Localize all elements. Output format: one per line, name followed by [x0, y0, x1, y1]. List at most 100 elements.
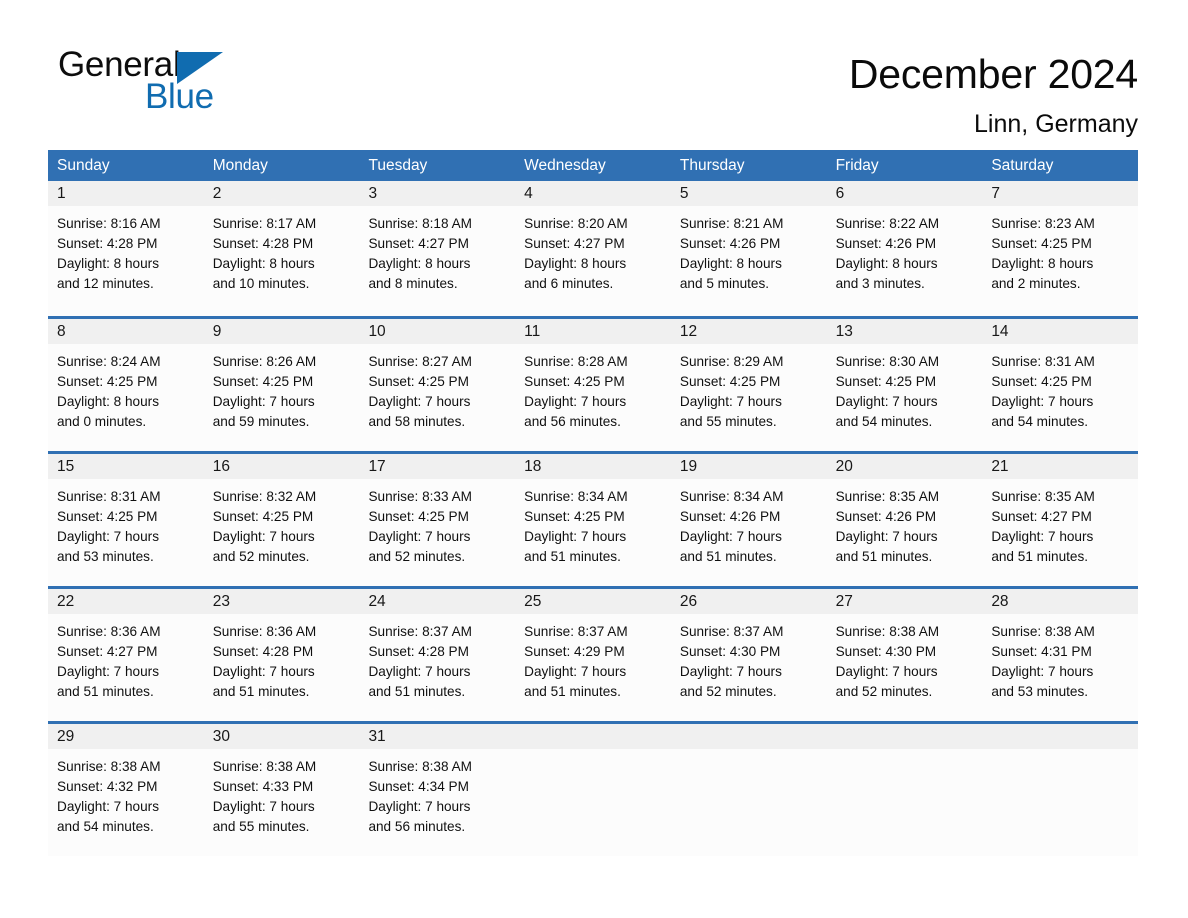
calendar-day-cell[interactable]: 17 Sunrise: 8:33 AM Sunset: 4:25 PM Dayligh… [359, 454, 516, 586]
calendar-day-cell[interactable]: 26 Sunrise: 8:37 AM Sunset: 4:30 PM Dayligh… [670, 589, 827, 721]
sunset-time: Sunset: 4:34 PM [368, 779, 469, 794]
day-number: 13 [826, 319, 983, 344]
calendar-day-cell[interactable]: 6 Sunrise: 8:22 AM Sunset: 4:26 PM Daylight… [826, 181, 983, 316]
calendar-day-cell[interactable]: 29 Sunrise: 8:38 AM Sunset: 4:32 PM Dayligh… [48, 724, 204, 856]
daylight-duration-line1: Daylight: 8 hours [524, 256, 627, 271]
daylight-duration-line2: and 0 minutes. [57, 414, 147, 429]
sunset-time: Sunset: 4:31 PM [991, 644, 1092, 659]
day-details: Sunrise: 8:22 AM Sunset: 4:26 PM Daylight:… [827, 206, 983, 294]
sunrise-time: Sunrise: 8:24 AM [57, 354, 161, 369]
calendar-day-cell[interactable]: 30 Sunrise: 8:38 AM Sunset: 4:33 PM Dayligh… [203, 724, 360, 856]
day-details: Sunrise: 8:31 AM Sunset: 4:25 PM Daylight:… [48, 479, 204, 567]
calendar-day-cell[interactable]: 16 Sunrise: 8:32 AM Sunset: 4:25 PM Dayligh… [203, 454, 360, 586]
daylight-duration-line2: and 54 minutes. [991, 414, 1089, 429]
sunset-time: Sunset: 4:25 PM [524, 374, 625, 389]
sunset-time: Sunset: 4:30 PM [835, 644, 937, 659]
sunset-time: Sunset: 4:27 PM [368, 236, 469, 251]
sunrise-time: Sunrise: 8:31 AM [57, 489, 161, 504]
sunrise-time: Sunrise: 8:36 AM [212, 624, 317, 639]
sunset-time: Sunset: 4:28 PM [212, 236, 314, 251]
calendar-day-cell[interactable]: 13 Sunrise: 8:30 AM Sunset: 4:25 PM Dayligh… [826, 319, 983, 451]
calendar-day-cell[interactable]: 1 Sunrise: 8:16 AM Sunset: 4:28 PM Daylight… [48, 181, 204, 316]
calendar-day-cell[interactable]: 18 Sunrise: 8:34 AM Sunset: 4:25 PM Dayligh… [515, 454, 671, 586]
day-details: Sunrise: 8:28 AM Sunset: 4:25 PM Daylight:… [515, 344, 671, 432]
day-number: 19 [670, 454, 827, 479]
sunrise-time: Sunrise: 8:35 AM [991, 489, 1095, 504]
sunset-time: Sunset: 4:26 PM [679, 509, 781, 524]
calendar-day-cell[interactable]: 24 Sunrise: 8:37 AM Sunset: 4:28 PM Dayligh… [359, 589, 516, 721]
sunset-time: Sunset: 4:25 PM [368, 374, 469, 389]
calendar-day-cell[interactable]: 8 Sunrise: 8:24 AM Sunset: 4:25 PM Daylight… [48, 319, 204, 451]
day-number: 14 [982, 319, 1139, 344]
calendar-day-cell[interactable]: 25 Sunrise: 8:37 AM Sunset: 4:29 PM Dayligh… [515, 589, 671, 721]
calendar-day-cell[interactable]: 14 Sunrise: 8:31 AM Sunset: 4:25 PM Dayligh… [982, 319, 1139, 451]
sunrise-time: Sunrise: 8:27 AM [368, 354, 472, 369]
sunrise-time: Sunrise: 8:38 AM [57, 759, 161, 774]
day-details: Sunrise: 8:26 AM Sunset: 4:25 PM Daylight:… [204, 344, 360, 432]
day-number: 28 [982, 589, 1139, 614]
daylight-duration-line1: Daylight: 7 hours [368, 394, 471, 409]
calendar-day-cell[interactable]: 4 Sunrise: 8:20 AM Sunset: 4:27 PM Daylight… [515, 181, 671, 316]
sunrise-time: Sunrise: 8:26 AM [212, 354, 317, 369]
calendar-day-cell[interactable]: 2 Sunrise: 8:17 AM Sunset: 4:28 PM Daylight… [203, 181, 360, 316]
title-block: December 2024 Linn, Germany [849, 46, 1138, 141]
calendar-day-cell[interactable]: 7 Sunrise: 8:23 AM Sunset: 4:25 PM Daylight… [982, 181, 1139, 316]
calendar-week-row: 8 Sunrise: 8:24 AM Sunset: 4:25 PM Daylight… [48, 316, 1139, 451]
sunset-time: Sunset: 4:27 PM [57, 644, 158, 659]
day-details: Sunrise: 8:38 AM Sunset: 4:31 PM Daylight:… [982, 614, 1138, 702]
day-details: Sunrise: 8:38 AM Sunset: 4:32 PM Daylight:… [48, 749, 204, 837]
daylight-duration-line2: and 6 minutes. [524, 276, 614, 291]
calendar-week-row: 1 Sunrise: 8:16 AM Sunset: 4:28 PM Daylight… [48, 181, 1139, 316]
calendar-day-cell[interactable]: 20 Sunrise: 8:35 AM Sunset: 4:26 PM Dayligh… [826, 454, 983, 586]
day-number [982, 724, 1139, 749]
day-number: 6 [826, 181, 983, 206]
daylight-duration-line2: and 51 minutes. [835, 549, 933, 564]
sunset-time: Sunset: 4:27 PM [991, 509, 1092, 524]
calendar-day-cell[interactable]: 28 Sunrise: 8:38 AM Sunset: 4:31 PM Dayligh… [982, 589, 1139, 721]
daylight-duration-line2: and 51 minutes. [212, 684, 310, 699]
sunrise-time: Sunrise: 8:23 AM [991, 216, 1095, 231]
calendar-day-cell[interactable]: 27 Sunrise: 8:38 AM Sunset: 4:30 PM Dayligh… [826, 589, 983, 721]
calendar-day-cell[interactable]: 5 Sunrise: 8:21 AM Sunset: 4:26 PM Daylight… [670, 181, 827, 316]
sunset-time: Sunset: 4:25 PM [212, 509, 314, 524]
daylight-duration-line1: Daylight: 7 hours [212, 664, 315, 679]
day-details: Sunrise: 8:30 AM Sunset: 4:25 PM Daylight:… [827, 344, 983, 432]
sunrise-time: Sunrise: 8:34 AM [679, 489, 784, 504]
calendar-day-cell[interactable]: 19 Sunrise: 8:34 AM Sunset: 4:26 PM Dayligh… [670, 454, 827, 586]
day-details: Sunrise: 8:21 AM Sunset: 4:26 PM Daylight:… [671, 206, 827, 294]
calendar-day-cell[interactable]: 11 Sunrise: 8:28 AM Sunset: 4:25 PM Dayligh… [515, 319, 671, 451]
sunset-time: Sunset: 4:28 PM [368, 644, 469, 659]
sunrise-time: Sunrise: 8:36 AM [57, 624, 161, 639]
day-number [826, 724, 983, 749]
calendar-day-cell[interactable]: 15 Sunrise: 8:31 AM Sunset: 4:25 PM Dayligh… [48, 454, 204, 586]
calendar-day-cell[interactable]: 9 Sunrise: 8:26 AM Sunset: 4:25 PM Daylight… [203, 319, 360, 451]
daylight-duration-line2: and 53 minutes. [991, 684, 1089, 699]
sunset-time: Sunset: 4:25 PM [679, 374, 781, 389]
calendar-day-cell-empty [982, 724, 1139, 856]
calendar-day-cell[interactable]: 10 Sunrise: 8:27 AM Sunset: 4:25 PM Dayligh… [359, 319, 516, 451]
calendar-day-cell[interactable]: 21 Sunrise: 8:35 AM Sunset: 4:27 PM Dayligh… [982, 454, 1139, 586]
daylight-duration-line2: and 54 minutes. [57, 819, 154, 834]
day-details: Sunrise: 8:31 AM Sunset: 4:25 PM Daylight:… [982, 344, 1138, 432]
day-details: Sunrise: 8:33 AM Sunset: 4:25 PM Daylight:… [359, 479, 515, 567]
calendar-day-cell[interactable]: 23 Sunrise: 8:36 AM Sunset: 4:28 PM Dayligh… [203, 589, 360, 721]
day-details: Sunrise: 8:27 AM Sunset: 4:25 PM Daylight:… [359, 344, 515, 432]
sunrise-time: Sunrise: 8:38 AM [835, 624, 940, 639]
daylight-duration-line2: and 51 minutes. [57, 684, 154, 699]
calendar-day-cell[interactable]: 3 Sunrise: 8:18 AM Sunset: 4:27 PM Daylight… [359, 181, 516, 316]
sunrise-time: Sunrise: 8:38 AM [212, 759, 317, 774]
calendar-day-cell[interactable]: 31 Sunrise: 8:38 AM Sunset: 4:34 PM Dayligh… [359, 724, 516, 856]
generalblue-logo[interactable]: General Blue [58, 46, 288, 122]
day-number: 4 [515, 181, 671, 206]
sunrise-time: Sunrise: 8:29 AM [679, 354, 784, 369]
calendar-day-cell[interactable]: 12 Sunrise: 8:29 AM Sunset: 4:25 PM Dayligh… [670, 319, 827, 451]
daylight-duration-line1: Daylight: 8 hours [57, 256, 160, 271]
sunset-time: Sunset: 4:26 PM [835, 509, 937, 524]
calendar-day-cell[interactable]: 22 Sunrise: 8:36 AM Sunset: 4:27 PM Dayligh… [48, 589, 204, 721]
day-number: 15 [48, 454, 204, 479]
day-details: Sunrise: 8:37 AM Sunset: 4:30 PM Daylight:… [671, 614, 827, 702]
sunrise-time: Sunrise: 8:33 AM [368, 489, 472, 504]
sunset-time: Sunset: 4:25 PM [835, 374, 937, 389]
day-details: Sunrise: 8:29 AM Sunset: 4:25 PM Daylight:… [671, 344, 827, 432]
day-details: Sunrise: 8:16 AM Sunset: 4:28 PM Daylight:… [48, 206, 204, 294]
